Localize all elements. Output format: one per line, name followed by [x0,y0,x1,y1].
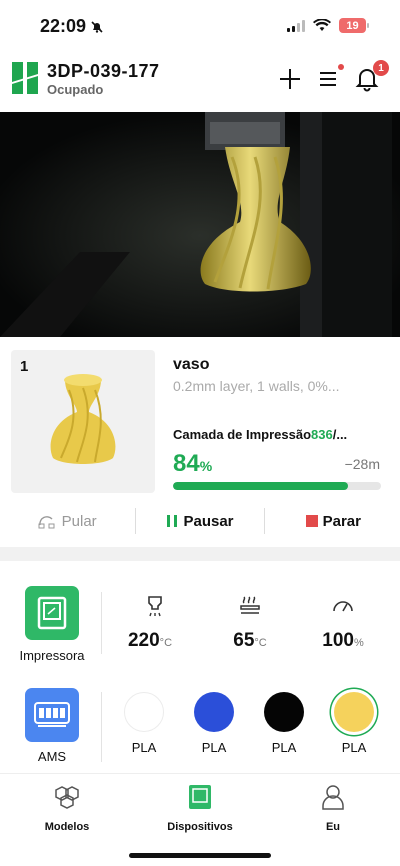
nozzle-temperature[interactable]: 220°C [110,630,190,652]
ams-icon [34,702,70,727]
bed-temperature[interactable]: 65°C [210,630,290,652]
signal-icon [287,19,305,32]
spool-material-label: PLA [271,740,297,755]
action-divider [264,508,265,534]
percent-value: 84 [173,450,200,477]
progress-bar [173,482,381,490]
camera-live-view[interactable] [0,112,400,337]
printer-device-icon [189,785,211,809]
menu-alert-dot [338,64,344,70]
camera-frame-image [0,112,400,337]
job-name: vaso [173,356,210,373]
stop-label: Parar [322,512,361,530]
percent-sign: % [199,458,213,474]
layer-suffix: /... [332,427,348,442]
bed-temp-unit: °C [254,637,267,649]
printer-tile[interactable] [25,586,79,640]
vase-model-image [50,374,116,464]
job-actions: Pular Pausar Parar [0,507,400,535]
job-settings: 0.2mm layer, 1 walls, 0%... [173,378,340,394]
stop-icon [305,515,318,527]
wifi-icon [313,19,331,31]
bell-slash-icon [91,20,103,33]
clock-text: 22:09 [40,16,87,36]
menu-button[interactable] [316,64,344,92]
ams-divider [101,692,102,762]
battery-indicator: 19 [339,18,369,33]
device-header: 3DP-039-177 Ocupado 1 [0,52,400,110]
profile-icon [322,785,344,810]
nav-models-label: Modelos [44,821,90,833]
speed-unit: % [353,637,364,649]
progress-percent: 84% [173,450,212,478]
brand-logo-icon [12,62,38,94]
battery-level: 19 [346,19,359,32]
cubes-icon [55,786,79,809]
filament-spool[interactable] [124,692,164,732]
nav-me[interactable]: Eu [278,784,388,833]
bed-temp-value: 65 [233,630,255,651]
nav-me-label: Eu [325,821,341,833]
filament-spool[interactable] [334,692,374,732]
filament-spool[interactable] [194,692,234,732]
stop-button[interactable]: Parar [267,507,400,535]
speed-value: 100 [322,630,354,651]
speed-gauge-icon [333,601,353,612]
notification-badge: 1 [373,60,389,76]
status-bar: 22:09 19 [0,0,400,52]
home-indicator[interactable] [129,853,271,858]
pause-button[interactable]: Pausar [133,507,266,535]
model-thumbnail[interactable]: 1 [11,350,155,493]
filament-spool[interactable] [264,692,304,732]
ams-tile[interactable] [25,688,79,742]
pause-icon [167,515,178,527]
time-remaining: −28m [344,456,380,472]
print-speed[interactable]: 100% [303,630,383,652]
action-divider [135,508,136,534]
skip-label: Pular [61,512,97,530]
heated-bed-icon [240,596,260,614]
nav-devices[interactable]: Dispositivos [145,784,255,833]
device-name[interactable]: 3DP-039-177 [47,61,160,82]
progress-bar-fill [173,482,348,490]
status-time: 22:09 [40,16,104,37]
add-icon[interactable] [277,66,303,92]
layer-info: Camada de Impressão836/... [173,427,347,442]
nozzle-temp-value: 220 [127,630,160,651]
notifications-button[interactable]: 1 [355,60,389,92]
plate-number: 1 [20,358,29,375]
printer-icon [37,596,67,630]
spool-material-label: PLA [201,740,227,755]
pause-label: Pausar [183,512,234,530]
nozzle-temp-unit: °C [159,637,173,649]
status-divider [101,592,102,654]
skip-objects-icon [38,516,55,529]
nozzle-icon [148,596,162,617]
device-status: Ocupado [47,82,104,97]
layer-value: 836 [311,427,333,442]
section-divider [0,547,400,561]
layer-label: Camada de Impressão [173,427,312,442]
menu-icon [320,72,336,86]
nav-models[interactable]: Modelos [12,784,122,833]
ams-label: AMS [37,749,67,764]
spool-material-label: PLA [131,740,157,755]
nav-devices-label: Dispositivos [167,821,233,833]
spool-material-label: PLA [341,740,367,755]
printer-label: Impressora [19,648,85,663]
skip-button[interactable]: Pular [0,507,133,535]
